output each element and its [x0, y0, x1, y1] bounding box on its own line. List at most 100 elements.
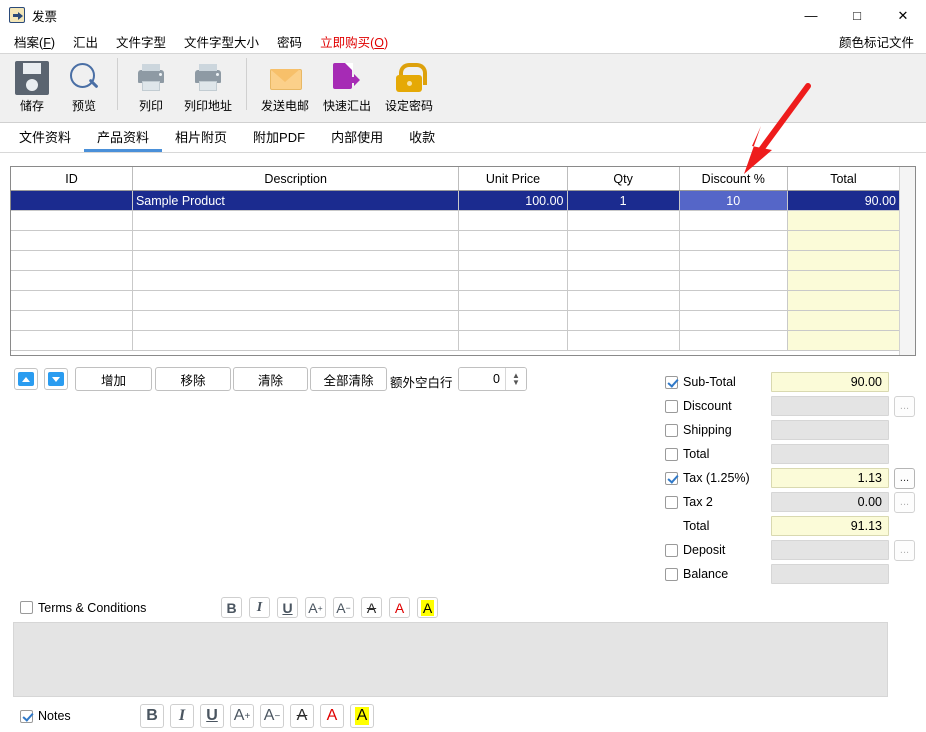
cell-empty[interactable] — [568, 251, 680, 270]
cell-empty[interactable] — [787, 211, 899, 230]
checkbox-tax-2[interactable] — [665, 495, 678, 509]
strikethrough-button[interactable]: A — [290, 704, 314, 728]
checkbox-balance[interactable] — [665, 567, 678, 581]
cell-unit-price[interactable]: 100.00 — [459, 191, 568, 210]
tab-attach-pdf[interactable]: 附加PDF — [240, 123, 318, 152]
cell-empty[interactable] — [11, 251, 133, 270]
bold-button[interactable]: B — [221, 597, 242, 618]
highlight-color-button[interactable]: A — [417, 597, 438, 618]
tab-internal-use[interactable]: 内部使用 — [318, 123, 396, 152]
underline-button[interactable]: U — [200, 704, 224, 728]
cell-empty[interactable] — [133, 311, 460, 330]
cell-description[interactable]: Sample Product — [132, 191, 460, 210]
cell-empty[interactable] — [11, 311, 133, 330]
checkbox-total[interactable] — [665, 447, 678, 461]
table-row[interactable]: Sample Product 100.00 1 10 90.00 — [11, 191, 899, 211]
cell-empty[interactable] — [459, 331, 568, 350]
cell-empty[interactable] — [459, 251, 568, 270]
tab-photo-attachment[interactable]: 相片附页 — [162, 123, 240, 152]
move-row-up-button[interactable] — [14, 368, 38, 390]
extra-blank-rows-stepper[interactable]: ▲▼ — [458, 367, 527, 391]
table-row[interactable] — [11, 251, 899, 271]
cell-empty[interactable] — [459, 211, 568, 230]
close-button[interactable]: ✕ — [880, 0, 926, 30]
totals-options-button[interactable]: ... — [894, 491, 915, 513]
menu-file[interactable]: 档案(F) — [5, 30, 64, 53]
font-color-button[interactable]: A — [389, 597, 410, 618]
menu-buy-now[interactable]: 立即购买(O) — [311, 30, 397, 53]
totals-value-field[interactable]: 0.00 — [771, 492, 889, 512]
clear-all-rows-button[interactable]: 全部清除 — [310, 367, 387, 391]
cell-empty[interactable] — [787, 311, 899, 330]
font-color-button[interactable]: A — [320, 704, 344, 728]
stepper-chevrons-icon[interactable]: ▲ ▼ — [505, 368, 526, 390]
table-row[interactable] — [11, 231, 899, 251]
totals-value-field[interactable]: 90.00 — [771, 372, 889, 392]
checkbox-deposit[interactable] — [665, 543, 678, 557]
color-tag-file-label[interactable]: 颜色标记文件 — [839, 32, 914, 51]
totals-value-field[interactable] — [771, 444, 889, 464]
cell-empty[interactable] — [568, 291, 680, 310]
cell-empty[interactable] — [133, 271, 460, 290]
totals-value-field[interactable] — [771, 564, 889, 584]
quick-export-button[interactable]: 快速汇出 — [316, 54, 378, 120]
cell-empty[interactable] — [680, 231, 788, 250]
cell-empty[interactable] — [11, 291, 133, 310]
cell-empty[interactable] — [787, 331, 899, 350]
cell-empty[interactable] — [568, 331, 680, 350]
cell-empty[interactable] — [680, 311, 788, 330]
notes-checkbox[interactable] — [20, 709, 33, 723]
add-row-button[interactable]: 增加 — [75, 367, 152, 391]
totals-value-field[interactable] — [771, 540, 889, 560]
cell-empty[interactable] — [680, 271, 788, 290]
send-email-button[interactable]: 发送电邮 — [254, 54, 316, 120]
cell-empty[interactable] — [459, 311, 568, 330]
column-header-unit-price[interactable]: Unit Price — [459, 167, 568, 190]
totals-options-button[interactable]: ... — [894, 467, 915, 489]
cell-id[interactable] — [11, 191, 133, 210]
save-button[interactable]: 储存 — [6, 54, 58, 120]
table-row[interactable] — [11, 311, 899, 331]
table-row[interactable] — [11, 211, 899, 231]
cell-empty[interactable] — [11, 271, 133, 290]
cell-discount[interactable]: 10 — [679, 191, 788, 210]
cell-qty[interactable]: 1 — [567, 191, 680, 210]
increase-font-size-button[interactable]: A + — [305, 597, 326, 618]
cell-empty[interactable] — [11, 211, 133, 230]
highlight-color-button[interactable]: A — [350, 704, 374, 728]
cell-empty[interactable] — [787, 231, 899, 250]
decrease-font-size-button[interactable]: A − — [260, 704, 284, 728]
tab-document-info[interactable]: 文件资料 — [6, 123, 84, 152]
italic-button[interactable]: I — [249, 597, 270, 618]
cell-empty[interactable] — [133, 291, 460, 310]
cell-empty[interactable] — [787, 251, 899, 270]
increase-font-size-button[interactable]: A + — [230, 704, 254, 728]
strikethrough-button[interactable]: A — [361, 597, 382, 618]
cell-empty[interactable] — [459, 291, 568, 310]
checkbox-sub-total[interactable] — [665, 375, 678, 389]
maximize-button[interactable]: □ — [834, 0, 880, 30]
preview-button[interactable]: 预览 — [58, 54, 110, 120]
checkbox-tax-1-25[interactable] — [665, 471, 678, 485]
clear-row-button[interactable]: 清除 — [233, 367, 308, 391]
print-address-button[interactable]: 列印地址 — [177, 54, 239, 120]
decrease-font-size-button[interactable]: A − — [333, 597, 354, 618]
cell-empty[interactable] — [133, 331, 460, 350]
table-row[interactable] — [11, 331, 899, 351]
cell-empty[interactable] — [680, 291, 788, 310]
cell-empty[interactable] — [680, 251, 788, 270]
set-password-button[interactable]: 设定密码 — [378, 54, 440, 120]
cell-empty[interactable] — [568, 271, 680, 290]
cell-empty[interactable] — [568, 211, 680, 230]
grid-vertical-scrollbar[interactable] — [899, 167, 915, 355]
totals-value-field[interactable] — [771, 396, 889, 416]
extra-blank-rows-input[interactable] — [459, 368, 505, 390]
cell-empty[interactable] — [568, 311, 680, 330]
cell-empty[interactable] — [459, 271, 568, 290]
menu-font-size[interactable]: 文件字型大小 — [175, 30, 268, 53]
checkbox-shipping[interactable] — [665, 423, 678, 437]
column-header-discount[interactable]: Discount % — [679, 167, 788, 190]
cell-empty[interactable] — [680, 331, 788, 350]
menu-font[interactable]: 文件字型 — [107, 30, 175, 53]
menu-password[interactable]: 密码 — [268, 30, 311, 53]
